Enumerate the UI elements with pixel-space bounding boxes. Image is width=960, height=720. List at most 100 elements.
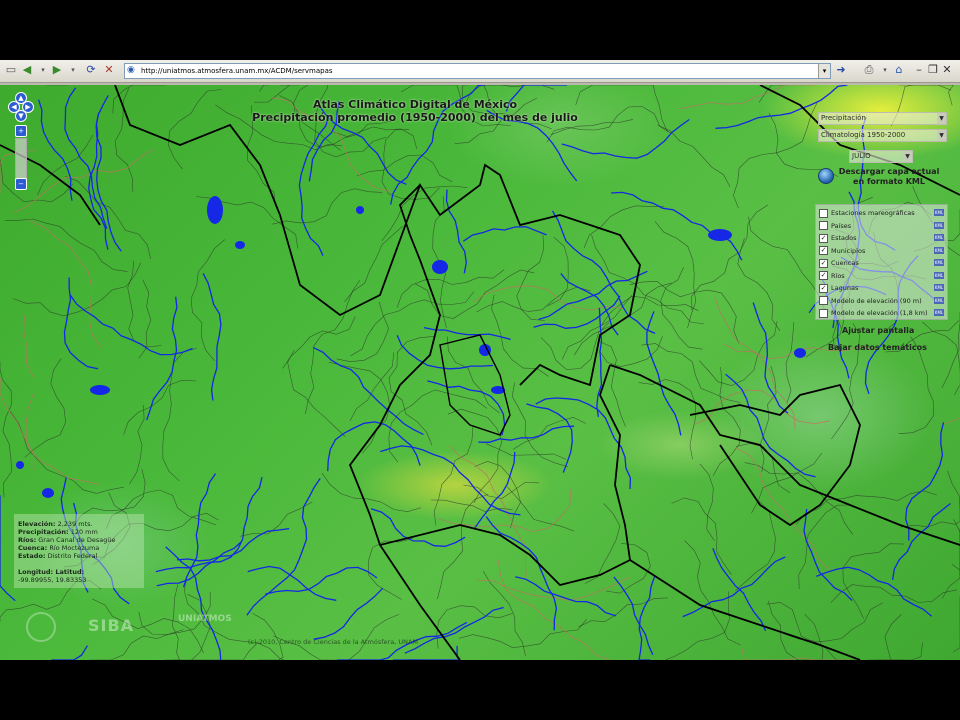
layer-checkbox[interactable] [819, 296, 828, 305]
river [891, 502, 951, 581]
kml-download-icon[interactable]: KML [934, 246, 944, 254]
globe-icon[interactable] [818, 168, 834, 184]
info-basin: Cuenca: Río Moctezuma [18, 544, 100, 552]
fit-screen-link[interactable]: Ajustar pantalla [842, 326, 914, 335]
municipal-border [0, 361, 12, 498]
map-title: Atlas Climático Digital de México [312, 98, 518, 111]
print-dropdown-icon[interactable]: ▾ [878, 63, 892, 77]
address-text[interactable]: http://uniatmos.atmosfera.unam.mx/ACDM/s… [141, 65, 333, 77]
kml-download-icon[interactable]: KML [934, 296, 944, 304]
municipal-border [953, 596, 960, 653]
river [0, 495, 16, 602]
layer-toggle-2[interactable]: ✓ Estados KML [819, 232, 944, 244]
kml-download-icon[interactable]: KML [934, 234, 944, 241]
kml-download-icon[interactable]: KML [934, 259, 944, 266]
municipal-border [684, 540, 741, 646]
lake [207, 196, 223, 224]
page-icon[interactable]: ▭ [4, 63, 18, 77]
zoom-in-icon[interactable]: + [15, 125, 27, 137]
back-dropdown-icon[interactable]: ▾ [36, 63, 50, 77]
layer-checkbox[interactable]: ✓ [819, 246, 828, 255]
river [816, 566, 933, 617]
info-elevation: Elevación: 2,239 mts. [18, 520, 93, 528]
municipal-border [900, 470, 960, 528]
layer-toggle-1[interactable]: Países KML [819, 220, 944, 232]
close-icon[interactable]: ✕ [940, 63, 954, 77]
layer-toggle-3[interactable]: ✓ Municipios KML [819, 245, 944, 257]
state-border-west [114, 85, 641, 387]
municipal-border [842, 543, 905, 619]
kml-download-icon[interactable]: KML [934, 221, 944, 229]
dataset-select-value: Climatología 1950-2000 [821, 131, 906, 139]
reload-icon[interactable]: ⟳ [84, 63, 98, 77]
layer-checkbox[interactable]: ✓ [819, 258, 828, 268]
go-icon[interactable]: ➜ [834, 63, 848, 77]
basin-border [944, 350, 960, 425]
maximize-icon[interactable]: ❐ [926, 63, 940, 77]
municipal-border [396, 269, 505, 308]
layer-checkbox[interactable]: ✓ [819, 271, 828, 280]
back-icon[interactable]: ◀ [20, 63, 34, 77]
zoom-out-icon[interactable]: − [15, 178, 27, 190]
layer-toggle-4[interactable]: ✓ Cuencas KML [819, 257, 944, 269]
info-precipitation: Precipitación: 120 mm [18, 528, 98, 536]
pan-down-icon[interactable]: ▼ [15, 110, 27, 122]
dataset-select[interactable]: Climatología 1950-2000 ▼ [818, 129, 947, 142]
address-bar[interactable]: ◉ http://uniatmos.atmosfera.unam.mx/ACDM… [124, 63, 831, 79]
river [202, 273, 222, 401]
info-state: Estado: Distrito Federal [18, 552, 98, 560]
kml-download-icon[interactable]: KML [934, 284, 944, 291]
municipal-border [328, 361, 391, 454]
minimize-icon[interactable]: – [912, 63, 926, 77]
kml-download-icon[interactable]: KML [934, 209, 944, 216]
home-icon[interactable]: ⌂ [892, 63, 906, 77]
municipal-border [252, 613, 284, 660]
map-canvas[interactable]: Atlas Climático Digital de México Precip… [0, 85, 960, 660]
info-river: Ríos: Gran Canal de Desagüe [18, 536, 116, 544]
river [462, 226, 547, 242]
zoom-slider[interactable] [15, 138, 27, 180]
kml-download-icon[interactable]: KML [934, 309, 944, 316]
chevron-down-icon: ▼ [903, 151, 912, 162]
basin-border [473, 285, 623, 311]
layer-toggle-0[interactable]: Estaciones mareográficas KML [819, 207, 944, 219]
kml-download-icon[interactable]: KML [934, 271, 944, 279]
layer-checkbox[interactable]: ✓ [819, 283, 828, 293]
municipal-border [123, 380, 196, 435]
layer-checkbox[interactable] [819, 308, 828, 318]
layer-toggle-5[interactable]: ✓ Ríos KML [819, 270, 944, 282]
municipal-border [162, 347, 197, 482]
layer-label: Cuencas [831, 259, 859, 267]
river [176, 527, 290, 562]
variable-select[interactable]: Precipitación ▼ [818, 112, 947, 125]
municipal-border [381, 185, 468, 242]
layer-toggle-7[interactable]: Modelo de elevación (90 m) KML [819, 295, 944, 307]
print-icon[interactable]: ⎙ [862, 63, 876, 77]
layer-toggle-8[interactable]: Modelo de elevación (1,8 km) KML [819, 307, 944, 319]
layer-checkbox[interactable] [819, 221, 828, 230]
municipal-border [733, 102, 818, 209]
download-kml-link[interactable]: Descargar capa actual en formato KML [834, 167, 944, 187]
layers-list: Estaciones mareográficas KML Países KML ✓ Est… [815, 204, 948, 320]
address-dropdown-icon[interactable]: ▾ [818, 64, 830, 78]
river [156, 540, 243, 587]
layer-checkbox[interactable]: ✓ [819, 233, 828, 243]
state-border-tlaxcala [689, 383, 861, 527]
municipal-border [660, 267, 703, 350]
download-data-link[interactable]: Bajar datos temáticos [828, 343, 927, 352]
stop-icon[interactable]: ✕ [102, 63, 116, 77]
month-select-value: JULIO [852, 152, 871, 160]
municipal-border [578, 597, 669, 628]
basin-border [12, 149, 154, 214]
forward-dropdown-icon[interactable]: ▾ [66, 63, 80, 77]
site-icon: ◉ [127, 65, 135, 75]
layer-checkbox[interactable] [819, 208, 828, 218]
layer-toggle-6[interactable]: ✓ Lagunas KML [819, 282, 944, 294]
river [146, 296, 178, 421]
lake [794, 348, 806, 358]
river [182, 473, 217, 588]
month-select[interactable]: JULIO ▼ [849, 150, 913, 163]
forward-icon[interactable]: ▶ [50, 63, 64, 77]
municipal-border [168, 89, 222, 170]
layer-label: Lagunas [831, 284, 859, 292]
